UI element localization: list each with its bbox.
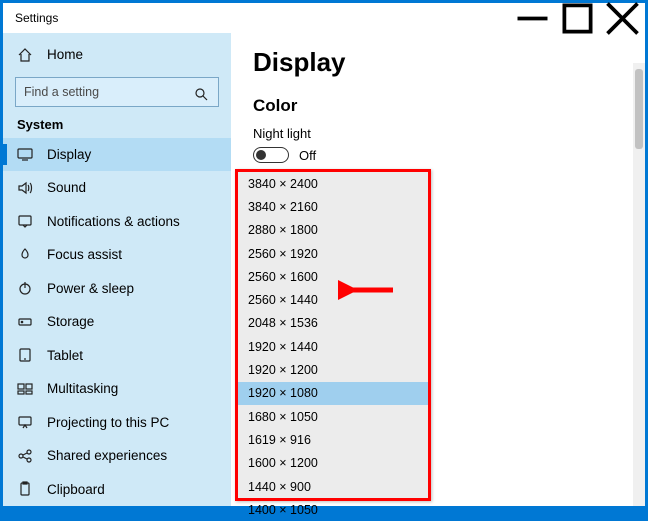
night-light-toggle[interactable] [253, 147, 289, 163]
sidebar-item-label: Tablet [47, 348, 83, 363]
sidebar-item-label: Clipboard [47, 482, 105, 497]
sidebar-search-wrap [3, 71, 231, 117]
sidebar-item-projecting[interactable]: Projecting to this PC [3, 406, 231, 439]
notifications-icon [17, 213, 33, 229]
multitasking-icon [17, 381, 33, 397]
close-button[interactable] [600, 3, 645, 33]
sidebar-item-display[interactable]: Display [3, 138, 231, 171]
sidebar-item-label: Focus assist [47, 247, 122, 262]
sidebar-home[interactable]: Home [3, 39, 231, 71]
sidebar-item-label: Storage [47, 314, 94, 329]
night-light-toggle-row: Off [253, 147, 645, 163]
sidebar-item-tablet[interactable]: Tablet [3, 339, 231, 372]
resolution-option[interactable]: 1920 × 1440 [238, 335, 428, 358]
sidebar-item-label: Multitasking [47, 381, 118, 396]
resolution-option[interactable]: 1600 × 1200 [238, 452, 428, 475]
resolution-option[interactable]: 1920 × 1200 [238, 358, 428, 381]
resolution-option[interactable]: 1619 × 916 [238, 428, 428, 451]
resolution-option[interactable]: 3840 × 2400 [238, 172, 428, 195]
resolution-option[interactable]: 2048 × 1536 [238, 312, 428, 335]
sidebar-item-label: Shared experiences [47, 448, 167, 463]
sidebar-item-label: Sound [47, 180, 86, 195]
maximize-button[interactable] [555, 3, 600, 33]
sidebar-home-label: Home [47, 47, 83, 62]
resolution-option[interactable]: 1440 × 900 [238, 475, 428, 498]
section-heading: Color [253, 96, 645, 116]
resolution-option[interactable]: 2560 × 1440 [238, 288, 428, 311]
clipboard-icon [17, 481, 33, 497]
sidebar-item-storage[interactable]: Storage [3, 305, 231, 338]
scrollbar-thumb[interactable] [635, 69, 643, 149]
sound-icon [17, 180, 33, 196]
shared-icon [17, 448, 33, 464]
sidebar-item-notifications[interactable]: Notifications & actions [3, 205, 231, 238]
night-light-state: Off [299, 148, 316, 163]
sidebar-item-label: Power & sleep [47, 281, 134, 296]
sidebar-item-label: Notifications & actions [47, 214, 180, 229]
search-input[interactable] [15, 77, 219, 107]
sidebar-item-label: Projecting to this PC [47, 415, 169, 430]
sidebar-item-power[interactable]: Power & sleep [3, 272, 231, 305]
resolution-option[interactable]: 3840 × 2160 [238, 195, 428, 218]
resolution-option[interactable]: 2560 × 1920 [238, 242, 428, 265]
titlebar: Settings [3, 3, 645, 33]
power-icon [17, 280, 33, 296]
sidebar-section-label: System [3, 117, 231, 138]
tablet-icon [17, 347, 33, 363]
resolution-option[interactable]: 2880 × 1800 [238, 219, 428, 242]
sidebar-item-shared[interactable]: Shared experiences [3, 439, 231, 472]
display-icon [17, 146, 33, 162]
sidebar-item-multitasking[interactable]: Multitasking [3, 372, 231, 405]
resolution-option[interactable]: 2560 × 1600 [238, 265, 428, 288]
night-light-label: Night light [253, 126, 645, 141]
resolution-dropdown[interactable]: 3840 × 24003840 × 21602880 × 18002560 × … [235, 169, 431, 501]
sidebar: Home System Display Sound Notifications … [3, 33, 231, 506]
minimize-button[interactable] [510, 3, 555, 33]
resolution-option[interactable]: 1400 × 1050 [238, 498, 428, 521]
sidebar-item-label: Display [47, 147, 91, 162]
page-title: Display [253, 47, 645, 78]
projecting-icon [17, 414, 33, 430]
home-icon [17, 47, 33, 63]
resolution-option[interactable]: 1680 × 1050 [238, 405, 428, 428]
storage-icon [17, 314, 33, 330]
window-title: Settings [15, 11, 58, 25]
scrollbar[interactable] [633, 63, 645, 506]
focus-icon [17, 247, 33, 263]
resolution-option[interactable]: 1920 × 1080 [238, 382, 428, 405]
sidebar-item-sound[interactable]: Sound [3, 171, 231, 204]
sidebar-item-focus[interactable]: Focus assist [3, 238, 231, 271]
sidebar-item-clipboard[interactable]: Clipboard [3, 472, 231, 505]
